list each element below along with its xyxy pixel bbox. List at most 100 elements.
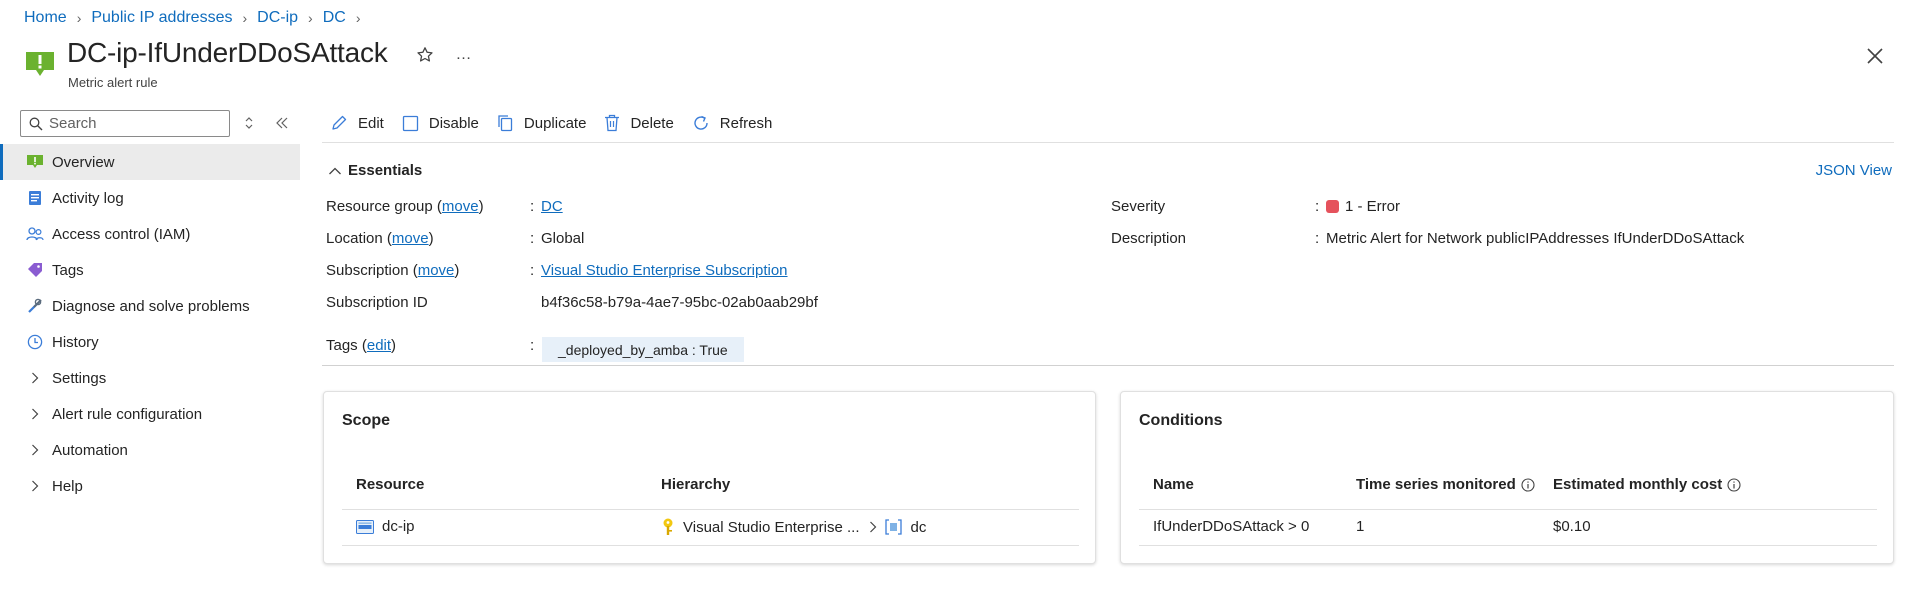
sidebar-item-label: Overview	[52, 153, 115, 171]
location-label: Location (move)	[326, 230, 434, 247]
subscription-value[interactable]: Visual Studio Enterprise Subscription	[541, 262, 788, 279]
sidebar-item-access-control[interactable]: Access control (IAM)	[0, 216, 300, 252]
star-icon[interactable]	[414, 44, 436, 66]
breadcrumb-public-ip-addresses[interactable]: Public IP addresses	[91, 9, 232, 27]
subscription-move-link[interactable]: move	[418, 262, 455, 279]
colon-separator: :	[1315, 230, 1320, 247]
sidebar-item-activity-log[interactable]: Activity log	[0, 180, 300, 216]
column-header-hierarchy: Hierarchy	[661, 476, 731, 493]
disable-label: Disable	[428, 114, 479, 132]
refresh-icon	[694, 115, 708, 130]
trash-icon	[605, 114, 620, 132]
sidebar-item-overview[interactable]: Overview	[0, 144, 300, 180]
scope-hierarchy-cell: Visual Studio Enterprise ... dc	[661, 518, 926, 536]
sidebar-item-label: Automation	[52, 441, 128, 459]
sidebar-item-label: Access control (IAM)	[52, 225, 191, 243]
breadcrumb-home[interactable]: Home	[24, 9, 67, 27]
duplicate-label: Duplicate	[523, 114, 587, 132]
delete-button[interactable]: Delete	[604, 114, 674, 132]
close-icon[interactable]	[1864, 45, 1886, 67]
chevron-right-icon: ›	[76, 10, 82, 26]
subscription-id-label: Subscription ID	[326, 294, 428, 311]
info-icon	[1727, 477, 1741, 492]
hierarchy-subscription[interactable]: Visual Studio Enterprise ...	[683, 519, 859, 536]
search-input[interactable]	[49, 115, 219, 132]
subscription-label: Subscription (move)	[326, 262, 460, 279]
sidebar-item-tags[interactable]: Tags	[0, 252, 300, 288]
wrench-icon	[26, 297, 44, 315]
edit-label: Edit	[358, 114, 384, 132]
severity-label: Severity	[1111, 198, 1166, 215]
table-header-divider	[1139, 509, 1877, 510]
chevron-right-icon	[26, 408, 44, 420]
column-header-estimated-cost-label: Estimated monthly cost	[1553, 476, 1723, 493]
tags-edit-link[interactable]: edit	[367, 337, 391, 354]
json-view-link[interactable]: JSON View	[1816, 162, 1892, 179]
conditions-title: Conditions	[1139, 412, 1223, 429]
severity-value-text: 1 - Error	[1345, 198, 1401, 215]
scope-resource-name[interactable]: dc-ip	[382, 518, 415, 535]
refresh-button[interactable]: Refresh	[692, 114, 773, 132]
toolbar-divider	[322, 142, 1894, 143]
colon-separator: :	[1315, 198, 1320, 215]
scope-resource-cell: dc-ip	[356, 518, 415, 535]
condition-time-series-cell: 1	[1356, 518, 1365, 535]
sidebar-item-label: Settings	[52, 369, 107, 387]
condition-name-cell[interactable]: IfUnderDDoSAttack > 0	[1153, 518, 1309, 535]
copy-icon	[498, 115, 513, 132]
chevron-right-icon	[26, 480, 44, 492]
sidebar-item-help[interactable]: Help	[0, 468, 300, 504]
people-icon	[26, 225, 44, 243]
edit-button[interactable]: Edit	[330, 114, 384, 132]
scope-card: Scope Resource Hierarchy dc-ip Visual St…	[323, 391, 1096, 564]
severity-value: 1 - Error	[1326, 198, 1400, 215]
sidebar-item-automation[interactable]: Automation	[0, 432, 300, 468]
sidebar-item-label: History	[52, 333, 99, 351]
more-options-icon[interactable]: …	[452, 44, 476, 66]
sidebar-item-alert-rule-configuration[interactable]: Alert rule configuration	[0, 396, 300, 432]
resource-group-label-text: Resource group	[326, 198, 433, 215]
sidebar-item-settings[interactable]: Settings	[0, 360, 300, 396]
chevron-up-icon	[329, 167, 341, 174]
sidebar-item-history[interactable]: History	[0, 324, 300, 360]
sidebar-item-diagnose[interactable]: Diagnose and solve problems	[0, 288, 300, 324]
disable-button[interactable]: Disable	[402, 115, 479, 132]
expand-collapse-icon[interactable]	[240, 113, 258, 133]
pencil-icon	[332, 115, 347, 130]
column-header-resource: Resource	[356, 476, 425, 493]
error-severity-icon	[1326, 200, 1339, 213]
location-label-text: Location	[326, 230, 383, 247]
essentials-heading: Essentials	[348, 162, 423, 179]
colon-separator: :	[530, 198, 535, 215]
condition-cost-cell: $0.10	[1553, 518, 1591, 535]
key-icon	[663, 518, 673, 535]
hierarchy-resource-group[interactable]: dc	[910, 519, 926, 536]
breadcrumb-dc[interactable]: DC	[323, 9, 346, 27]
search-icon	[29, 117, 43, 131]
refresh-label: Refresh	[719, 114, 773, 132]
colon-separator: :	[530, 230, 535, 247]
column-header-name: Name	[1153, 476, 1194, 493]
duplicate-button[interactable]: Duplicate	[497, 114, 587, 132]
location-move-link[interactable]: move	[392, 230, 429, 247]
scope-title: Scope	[342, 412, 391, 429]
tag-chip: _deployed_by_amba : True	[542, 337, 744, 362]
resource-group-value[interactable]: DC	[541, 198, 563, 215]
double-chevron-left-icon[interactable]	[272, 113, 292, 133]
subscription-label-text: Subscription	[326, 262, 409, 279]
sidebar-item-label: Diagnose and solve problems	[52, 297, 250, 315]
chevron-right-icon: ›	[308, 10, 313, 26]
resource-group-label: Resource group (move)	[326, 198, 484, 215]
colon-separator: :	[530, 337, 535, 354]
resource-group-move-link[interactable]: move	[442, 198, 479, 215]
chevron-right-icon: ›	[242, 10, 248, 26]
subscription-id-value: b4f36c58-b79a-4ae7-95bc-02ab0aab29bf	[541, 294, 818, 311]
table-row-divider	[1139, 545, 1877, 546]
breadcrumb-dc-ip[interactable]: DC-ip	[257, 9, 298, 27]
search-box[interactable]	[20, 110, 230, 137]
sidebar-item-label: Tags	[52, 261, 84, 279]
alert-rule-icon	[24, 48, 56, 80]
delete-label: Delete	[630, 114, 674, 132]
essentials-toggle[interactable]: Essentials	[328, 162, 422, 179]
info-icon	[1521, 477, 1535, 492]
